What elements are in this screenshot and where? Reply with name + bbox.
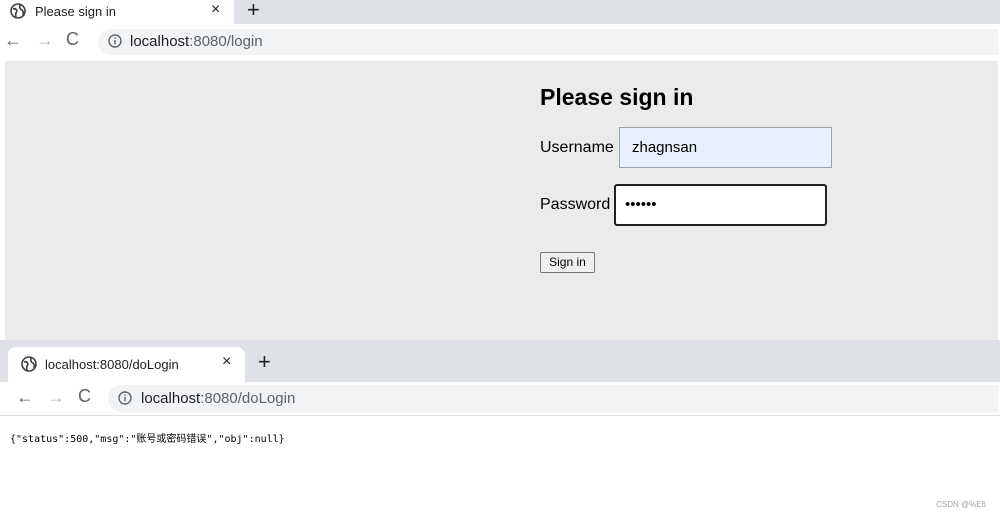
- url-host: localhost: [130, 33, 190, 50]
- username-input[interactable]: zhagnsan: [619, 127, 832, 168]
- info-icon[interactable]: [118, 391, 132, 410]
- close-tab-icon[interactable]: ×: [211, 1, 220, 19]
- username-label: Username: [540, 139, 614, 156]
- new-tab-button[interactable]: +: [258, 349, 271, 375]
- page-content: [5, 61, 998, 340]
- globe-icon: [21, 356, 37, 377]
- address-bar[interactable]: localhost:8080/doLogin: [108, 385, 998, 412]
- reload-icon[interactable]: C: [66, 29, 79, 50]
- sign-in-button[interactable]: Sign in: [540, 252, 595, 273]
- password-input[interactable]: ••••••: [614, 184, 827, 226]
- browser-toolbar: ← → C localhost:8080/login: [0, 24, 1000, 60]
- back-arrow-icon[interactable]: ←: [4, 30, 22, 51]
- tab-dologin[interactable]: localhost:8080/doLogin ×: [8, 347, 245, 382]
- watermark: CSDN @%E6: [936, 500, 986, 509]
- url-host: localhost: [141, 390, 201, 407]
- new-tab-button[interactable]: +: [247, 0, 260, 23]
- json-response-text: {"status":500,"msg":"账号或密码错误","obj":null…: [10, 434, 285, 445]
- tab-title: localhost:8080/doLogin: [45, 357, 179, 372]
- tab-strip-2: localhost:8080/doLogin ×: [0, 340, 1000, 382]
- url-path: :8080/doLogin: [200, 390, 296, 407]
- info-icon[interactable]: [108, 34, 122, 53]
- url-path: :8080/login: [189, 33, 263, 50]
- address-bar[interactable]: localhost:8080/login: [98, 29, 998, 55]
- page-title: Please sign in: [540, 84, 694, 110]
- forward-arrow-icon[interactable]: →: [36, 30, 54, 51]
- url-text: localhost:8080/login: [130, 33, 263, 51]
- reload-icon[interactable]: C: [78, 386, 91, 407]
- password-label: Password: [540, 196, 611, 213]
- forward-arrow-icon[interactable]: →: [47, 387, 65, 408]
- tab-please-sign-in[interactable]: Please sign in ×: [0, 0, 234, 24]
- tab-title: Please sign in: [35, 4, 116, 19]
- tab-strip: Please sign in × +: [0, 0, 1000, 24]
- back-arrow-icon[interactable]: ←: [16, 387, 34, 408]
- browser-toolbar-2: ← → C localhost:8080/doLogin: [0, 382, 1000, 416]
- url-text: localhost:8080/doLogin: [141, 390, 295, 408]
- close-tab-icon[interactable]: ×: [222, 353, 231, 371]
- globe-icon: [10, 3, 26, 24]
